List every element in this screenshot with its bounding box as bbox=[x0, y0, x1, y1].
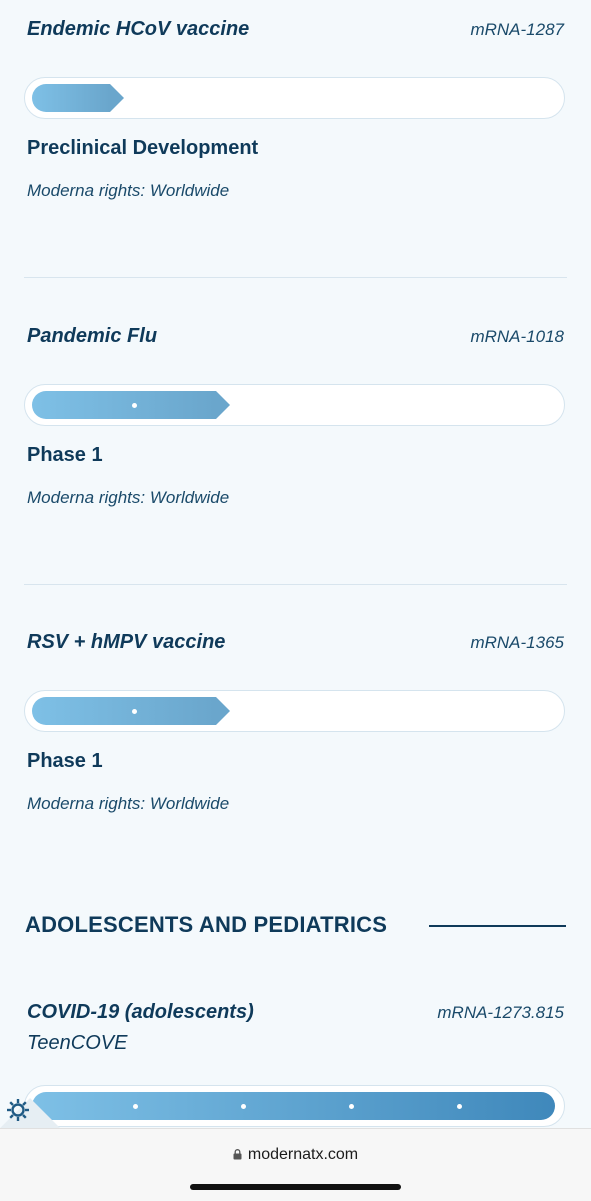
program-code: mRNA-1365 bbox=[470, 633, 564, 652]
url-display[interactable]: modernatx.com bbox=[0, 1146, 591, 1164]
progress-dot bbox=[132, 403, 137, 408]
divider bbox=[24, 277, 567, 278]
home-indicator[interactable] bbox=[190, 1184, 401, 1190]
program-name[interactable]: Endemic HCoV vaccine bbox=[27, 18, 249, 41]
progress-track bbox=[24, 690, 565, 732]
program-code: mRNA-1273.815 bbox=[437, 1003, 564, 1022]
program-subtitle: TeenCOVE bbox=[27, 1032, 128, 1054]
browser-url-bar[interactable]: modernatx.com bbox=[0, 1128, 591, 1201]
progress-fill bbox=[32, 1092, 555, 1120]
progress-arrow-tip bbox=[216, 697, 230, 725]
program-code: mRNA-1287 bbox=[470, 20, 564, 39]
progress-fill bbox=[32, 84, 124, 112]
program-name[interactable]: Pandemic Flu bbox=[27, 325, 157, 348]
program-header: Endemic HCoV vaccine mRNA-1287 bbox=[27, 18, 564, 41]
program-name[interactable]: RSV + hMPV vaccine bbox=[27, 631, 225, 654]
progress-dot bbox=[132, 709, 137, 714]
progress-arrow-tip bbox=[110, 84, 124, 112]
progress-dot bbox=[349, 1104, 354, 1109]
program-code: mRNA-1018 bbox=[470, 327, 564, 346]
progress-dot bbox=[241, 1104, 246, 1109]
progress-dot bbox=[457, 1104, 462, 1109]
progress-track bbox=[24, 77, 565, 119]
divider bbox=[24, 584, 567, 585]
program-rights: Moderna rights: Worldwide bbox=[27, 794, 230, 813]
progress-track bbox=[24, 1085, 565, 1127]
gear-icon[interactable] bbox=[5, 1097, 31, 1123]
progress-track bbox=[24, 384, 565, 426]
section-rule bbox=[429, 925, 566, 927]
lock-icon bbox=[233, 1149, 242, 1160]
progress-dot bbox=[133, 1104, 138, 1109]
program-rights: Moderna rights: Worldwide bbox=[27, 181, 230, 200]
section-title: ADOLESCENTS AND PEDIATRICS bbox=[25, 912, 388, 937]
progress-fill bbox=[32, 697, 230, 725]
url-text: modernatx.com bbox=[247, 1146, 359, 1163]
program-name[interactable]: COVID-19 (adolescents) bbox=[27, 1001, 254, 1024]
progress-arrow-tip bbox=[216, 391, 230, 419]
progress-fill bbox=[32, 391, 230, 419]
program-header: Pandemic Flu mRNA-1018 bbox=[27, 325, 564, 348]
program-header: RSV + hMPV vaccine mRNA-1365 bbox=[27, 631, 564, 654]
program-stage: Preclinical Development bbox=[27, 137, 259, 159]
program-header: COVID-19 (adolescents) mRNA-1273.815 bbox=[27, 1001, 564, 1024]
program-stage: Phase 1 bbox=[27, 750, 103, 772]
program-stage: Phase 1 bbox=[27, 444, 103, 466]
program-rights: Moderna rights: Worldwide bbox=[27, 488, 230, 507]
